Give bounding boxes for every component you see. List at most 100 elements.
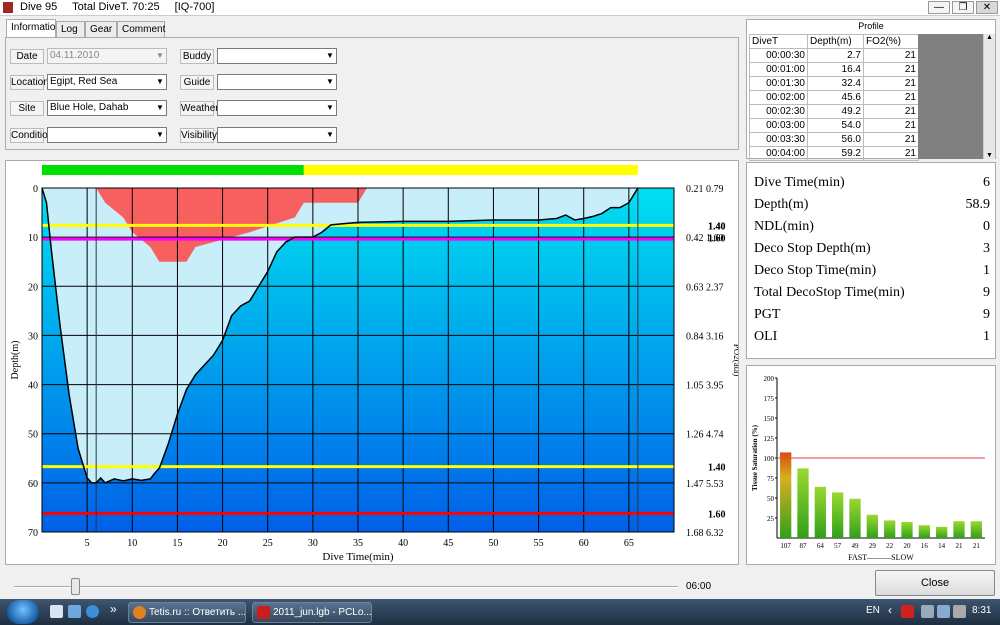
cell-fo2: 21 <box>863 104 919 119</box>
table-row[interactable]: 00:00:30 2.7 21 <box>749 48 919 63</box>
explorer-icon[interactable] <box>68 605 81 618</box>
scroll-down-icon[interactable]: ▼ <box>984 152 995 159</box>
tissue-y-tick: 75 <box>767 475 775 483</box>
buddy-select[interactable]: ▼ <box>217 48 337 64</box>
dropdown-arrow-icon: ▼ <box>156 130 164 139</box>
tissue-y-tick: 125 <box>764 435 775 443</box>
internet-explorer-icon[interactable] <box>86 605 99 618</box>
cell-fo2: 21 <box>863 48 919 63</box>
condition-select[interactable]: ▼ <box>47 127 167 143</box>
cell-depth: 59.2 <box>807 146 864 161</box>
title-total-time: Total DiveT. 70:25 <box>72 1 160 13</box>
date-value: 04.11.2010 <box>50 50 100 61</box>
table-row[interactable]: 00:02:00 45.6 21 <box>749 90 919 105</box>
table-row[interactable]: 00:04:00 59.2 21 <box>749 146 919 161</box>
tissue-bar <box>901 522 913 538</box>
timeline-time: 06:00 <box>686 581 712 592</box>
stat-value: 1 <box>983 329 990 344</box>
close-button[interactable]: Close <box>875 570 995 596</box>
tissue-category-label: 49 <box>852 542 860 550</box>
dropdown-arrow-icon: ▼ <box>326 77 334 86</box>
tab-comment[interactable]: Comment <box>117 21 165 38</box>
minimize-button[interactable]: — <box>928 1 950 14</box>
dive-profile-chart[interactable]: 5 10 15 20 25 30 35 40 45 50 55 60 65 0 10 20 30 40 50 60 70… <box>6 161 742 564</box>
condition-label: Condition <box>10 128 54 143</box>
cell-time: 00:03:00 <box>749 118 808 133</box>
language-indicator[interactable]: EN <box>866 605 880 616</box>
volume-icon[interactable] <box>953 605 966 618</box>
stat-value: 6 <box>983 175 990 190</box>
y-tick-label: 10 <box>28 233 38 244</box>
stat-value: 3 <box>983 241 990 256</box>
cell-depth: 56.0 <box>807 132 864 147</box>
stat-depth: Depth(m) 58.9 <box>754 197 990 217</box>
dropdown-arrow-icon: ▼ <box>156 103 164 112</box>
date-field[interactable]: 04.11.2010 ▼ <box>47 48 167 64</box>
guide-select[interactable]: ▼ <box>217 74 337 90</box>
y-tick-label: 50 <box>28 430 38 441</box>
start-button[interactable] <box>7 600 39 624</box>
location-select[interactable]: Egipt, Red Sea ▼ <box>47 74 167 90</box>
taskbar-button-pclogger[interactable]: 2011_jun.lgb - PCLo... <box>252 602 372 623</box>
visibility-select[interactable]: ▼ <box>217 127 337 143</box>
show-more-icon[interactable]: » <box>110 602 117 616</box>
x-tick-label: 35 <box>353 538 363 549</box>
table-row[interactable]: 00:03:00 54.0 21 <box>749 118 919 133</box>
action-center-icon[interactable] <box>937 605 950 618</box>
tissue-y-tick: 200 <box>764 375 775 383</box>
tissue-category-label: 29 <box>869 542 877 550</box>
x-tick-label: 65 <box>624 538 634 549</box>
tray-expand-icon[interactable]: ‹ <box>888 603 892 617</box>
restore-button[interactable]: ❐ <box>952 1 974 14</box>
tissue-category-label: 16 <box>921 542 929 550</box>
tissue-y-tick: 175 <box>764 395 775 403</box>
col-divet: DiveT <box>749 34 808 49</box>
tab-gear[interactable]: Gear <box>85 21 117 38</box>
cell-fo2: 21 <box>863 146 919 161</box>
title-device: [IQ-700] <box>174 1 215 13</box>
information-form: Date 04.11.2010 ▼ Location Egipt, Red Se… <box>5 37 739 150</box>
dive-profile-chart-panel: 5 10 15 20 25 30 35 40 45 50 55 60 65 0 10 20 30 40 50 60 70… <box>5 160 742 565</box>
taskbar-button-browser[interactable]: Tetis.ru :: Ответить ... <box>128 602 246 623</box>
tissue-saturation-chart: 25 50 75 100 125 150 175 200 107 87 64 57 49 29 22 20 16… <box>751 375 985 562</box>
tissue-category-label: 57 <box>834 542 842 550</box>
cell-fo2: 21 <box>863 62 919 77</box>
timeline-slider-thumb[interactable] <box>71 578 80 595</box>
table-row[interactable]: 00:01:30 32.4 21 <box>749 76 919 91</box>
table-scrollbar[interactable]: ▲ ▼ <box>983 34 995 159</box>
close-window-button[interactable]: ✕ <box>976 1 998 14</box>
x-tick-label: 50 <box>488 538 498 549</box>
timeline-slider-track[interactable] <box>14 586 678 588</box>
tray-app-icon[interactable] <box>901 605 914 618</box>
table-row[interactable]: 00:01:00 16.4 21 <box>749 62 919 77</box>
weather-select[interactable]: ▼ <box>217 100 337 116</box>
tab-information[interactable]: Information <box>6 19 61 38</box>
y-axis-title: Depth(m) <box>10 341 21 380</box>
site-label: Site <box>10 101 44 116</box>
x-tick-label: 10 <box>127 538 137 549</box>
y-tick-label: 0 <box>33 184 38 195</box>
right-tick-label: 1.68 6.32 <box>686 528 724 539</box>
show-desktop-icon[interactable] <box>50 605 63 618</box>
tab-log[interactable]: Log <box>56 21 85 38</box>
x-tick-label: 25 <box>263 538 273 549</box>
x-tick-label: 40 <box>398 538 408 549</box>
cell-depth: 49.2 <box>807 104 864 119</box>
x-axis-title: Dive Time(min) <box>322 551 394 563</box>
cell-fo2: 21 <box>863 90 919 105</box>
right-tick-label: 0.63 2.37 <box>686 282 724 293</box>
site-select[interactable]: Blue Hole, Dahab ▼ <box>47 100 167 116</box>
profile-title: Profile <box>858 21 884 31</box>
table-row[interactable]: 00:02:30 49.2 21 <box>749 104 919 119</box>
location-value: Egipt, Red Sea <box>50 76 118 87</box>
clock[interactable]: 8:31 <box>972 605 991 616</box>
stat-label: Dive Time(min) <box>754 175 845 190</box>
network-icon[interactable] <box>921 605 934 618</box>
taskbar-button-label: 2011_jun.lgb - PCLo... <box>273 607 372 618</box>
profile-header-row: DiveT Depth(m) FO2(%) <box>749 34 919 49</box>
table-row[interactable]: 00:03:30 56.0 21 <box>749 132 919 147</box>
stat-deco-stop-depth: Deco Stop Depth(m) 3 <box>754 241 990 261</box>
location-label: Location <box>10 75 49 90</box>
dropdown-arrow-icon: ▼ <box>156 51 164 60</box>
scroll-up-icon[interactable]: ▲ <box>984 34 995 41</box>
